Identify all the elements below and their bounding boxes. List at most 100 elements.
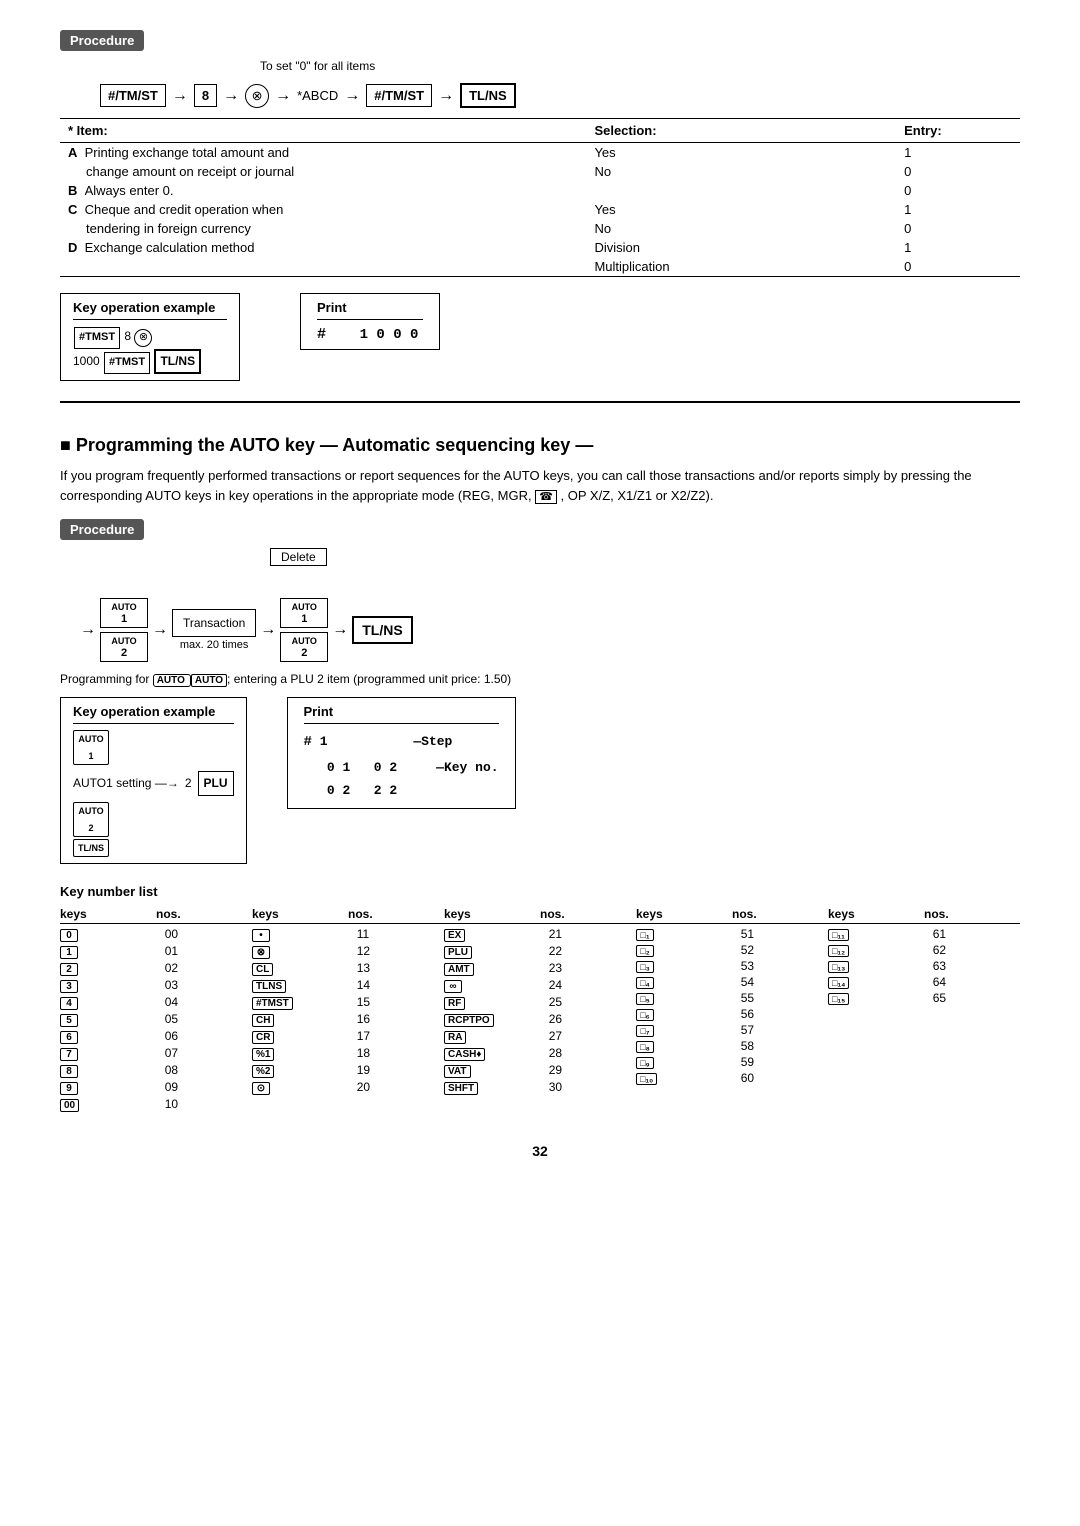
list-item: □₁₁61 (828, 926, 1020, 942)
list-item: 000 (60, 926, 252, 943)
key-op-section1: Key operation example #TMST 8 ⊗ 1000 #TM… (60, 293, 1020, 381)
procedure1-section: Procedure To set "0" for all items #/TM/… (60, 30, 1020, 381)
list-item: □₁₅65 (828, 990, 1020, 1006)
auto-stack-right: AUTO1 AUTO2 (280, 598, 328, 662)
table-row: B Always enter 0. 0 (60, 181, 1020, 200)
print-content1: # 1 0 0 0 (317, 326, 423, 343)
key-col-2: keysnos. •11 ⊗12 CL13 TLNS14 #TMST15 CH1… (252, 907, 444, 1113)
flow-8: 8 (194, 84, 217, 107)
section2-desc: If you program frequently performed tran… (60, 466, 1020, 505)
flow-tlns: TL/NS (460, 83, 516, 108)
list-item: □₄54 (636, 974, 828, 990)
table-row: C Cheque and credit operation when Yes 1 (60, 200, 1020, 219)
list-item: 303 (60, 977, 252, 994)
key-op-inner1: #TMST 8 ⊗ 1000 #TMST TL/NS (73, 326, 227, 374)
table-row: A Printing exchange total amount and Yes… (60, 143, 1020, 163)
key-col-1: keysnos. 000 101 202 303 404 505 606 707… (60, 907, 252, 1113)
key-op-box1: Key operation example #TMST 8 ⊗ 1000 #TM… (60, 293, 240, 381)
list-item: ⊗12 (252, 943, 444, 960)
list-item: CR17 (252, 1028, 444, 1045)
list-item: □₃53 (636, 958, 828, 974)
procedure1-badge: Procedure (60, 30, 144, 51)
th-entry: Entry: (896, 119, 1020, 143)
key-col-3: keysnos. EX21 PLU22 AMT23 ∞24 RF25 RCPTP… (444, 907, 636, 1113)
list-item: □₁₄64 (828, 974, 1020, 990)
list-item: TLNS14 (252, 977, 444, 994)
items-table: * Item: Selection: Entry: A Printing exc… (60, 118, 1020, 277)
list-item: AMT23 (444, 960, 636, 977)
list-item: 202 (60, 960, 252, 977)
list-item: □₁₃63 (828, 958, 1020, 974)
auto1-setting2: AUTO1 setting —→ 2 PLU (73, 771, 234, 797)
key-col-4: keysnos. □₁51 □₂52 □₃53 □₄54 □₅55 □₆56 □… (636, 907, 828, 1113)
list-item: PLU22 (444, 943, 636, 960)
list-item: □₂52 (636, 942, 828, 958)
key-number-table: keysnos. 000 101 202 303 404 505 606 707… (60, 907, 1020, 1113)
transaction-box: Transaction (172, 609, 256, 637)
list-item: RA27 (444, 1028, 636, 1045)
auto-stack-left: AUTO1 AUTO2 (100, 598, 148, 662)
list-item: CL13 (252, 960, 444, 977)
list-item: #TMST15 (252, 994, 444, 1011)
list-item: 101 (60, 943, 252, 960)
key-op-header2: Key operation example (73, 704, 234, 724)
list-item: CASH♦28 (444, 1045, 636, 1062)
key-op-header1: Key operation example (73, 300, 227, 320)
section2-heading: ■ Programming the AUTO key — Automatic s… (60, 435, 1020, 456)
procedure2-section: Procedure Delete → AUTO1 AUTO2 → Transac… (60, 519, 1020, 864)
list-item: ⊙20 (252, 1079, 444, 1096)
key-op-inner2: AUTO 1 AUTO1 setting —→ 2 PLU AUTO 2 TL/… (73, 730, 234, 857)
list-item: □₁₀60 (636, 1070, 828, 1086)
key-op2-section: Key operation example AUTO 1 AUTO1 setti… (60, 697, 1020, 864)
table-row: D Exchange calculation method Division 1 (60, 238, 1020, 257)
print-header2: Print (304, 704, 499, 724)
procedure2-badge: Procedure (60, 519, 144, 540)
procedure2-container: Delete → AUTO1 AUTO2 → Transaction max. … (60, 548, 1020, 662)
flow-tmst1: #/TM/ST (100, 84, 166, 107)
list-item: □₉59 (636, 1054, 828, 1070)
th-item: * Item: (60, 119, 586, 143)
list-item: EX21 (444, 926, 636, 943)
key-col-5: keysnos. □₁₁61 □₁₂62 □₁₃63 □₁₄64 □₁₅65 (828, 907, 1020, 1113)
print-box1: Print # 1 0 0 0 (300, 293, 440, 350)
list-item: □₁51 (636, 926, 828, 942)
flow2-wrapper: Delete → AUTO1 AUTO2 → Transaction max. … (80, 548, 580, 662)
list-item: RF25 (444, 994, 636, 1011)
list-item: 606 (60, 1028, 252, 1045)
programming-note: Programming for AUTO AUTO; entering a PL… (60, 672, 1020, 687)
list-item: 404 (60, 994, 252, 1011)
list-item: □₅55 (636, 990, 828, 1006)
list-item: 808 (60, 1062, 252, 1079)
set-zero-label: To set "0" for all items (260, 59, 1020, 73)
flow-tmst2: #/TM/ST (366, 84, 432, 107)
procedure1-flow: #/TM/ST → 8 → ⊗ → *ABCD → #/TM/ST → TL/N… (100, 83, 1020, 108)
flow2-main: → AUTO1 AUTO2 → Transaction max. 20 time… (80, 598, 580, 662)
page-number: 32 (60, 1143, 1020, 1159)
delete-box: Delete (270, 548, 327, 566)
max-label: max. 20 times (172, 639, 256, 651)
list-item: %118 (252, 1045, 444, 1062)
list-item: RCPTPO26 (444, 1011, 636, 1028)
table-row: Multiplication 0 (60, 257, 1020, 277)
list-item: %219 (252, 1062, 444, 1079)
flow-abcd: *ABCD (297, 88, 338, 103)
list-item: □₆56 (636, 1006, 828, 1022)
print-box2: Print # 1 —Step 0 1 0 2 —Key no. 0 2 2 2 (287, 697, 516, 809)
list-item: 707 (60, 1045, 252, 1062)
key-number-section: Key number list keysnos. 000 101 202 303… (60, 884, 1020, 1113)
list-item: VAT29 (444, 1062, 636, 1079)
table-row: change amount on receipt or journal No 0 (60, 162, 1020, 181)
list-item: □₁₂62 (828, 942, 1020, 958)
print-header1: Print (317, 300, 423, 320)
list-item: 909 (60, 1079, 252, 1096)
list-item: 0010 (60, 1096, 252, 1113)
list-item: 505 (60, 1011, 252, 1028)
list-item: ∞24 (444, 977, 636, 994)
list-item: CH16 (252, 1011, 444, 1028)
key-op-box2: Key operation example AUTO 1 AUTO1 setti… (60, 697, 247, 864)
list-item: SHFT30 (444, 1079, 636, 1096)
key-number-title: Key number list (60, 884, 1020, 899)
list-item: □₈58 (636, 1038, 828, 1054)
flow-circle: ⊗ (245, 84, 269, 108)
th-selection: Selection: (586, 119, 896, 143)
